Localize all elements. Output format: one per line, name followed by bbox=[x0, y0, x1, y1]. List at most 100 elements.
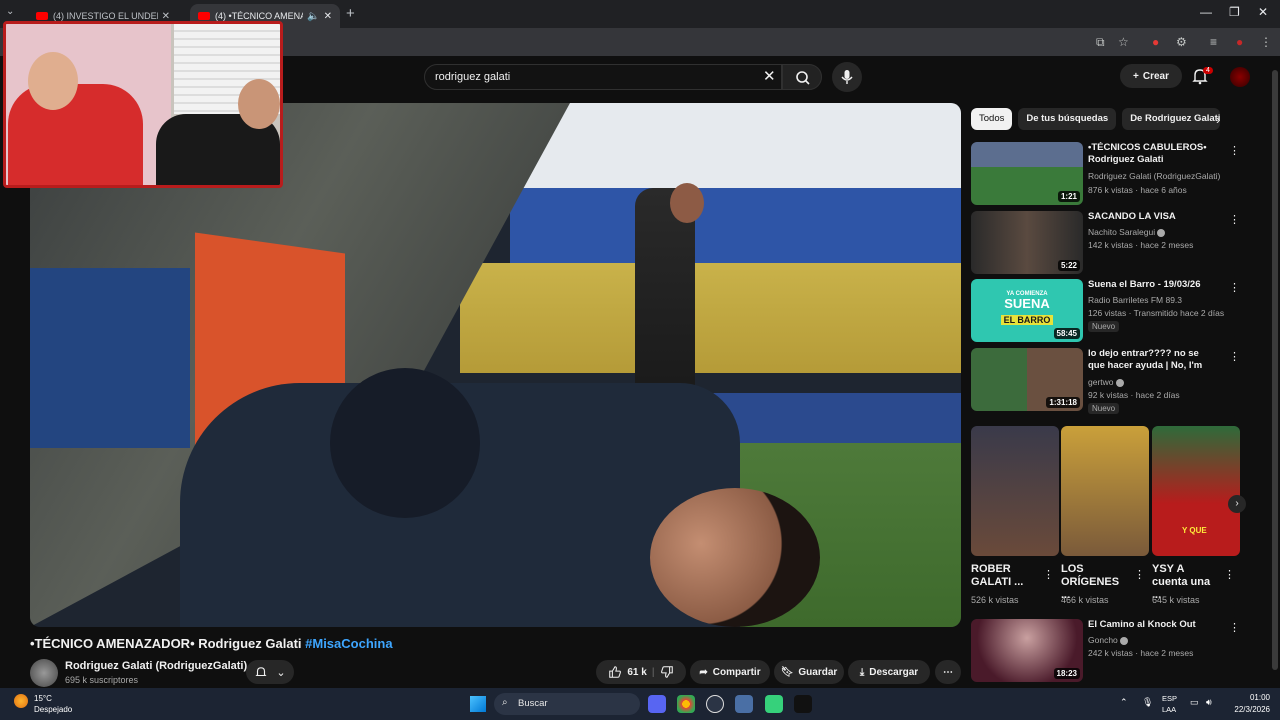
bookmark-star-icon[interactable]: ☆ bbox=[1118, 35, 1129, 49]
subscription-bell-button[interactable]: ⌄ bbox=[246, 660, 294, 684]
browser-menu-icon[interactable]: ⋮ bbox=[1260, 35, 1272, 49]
capcut-icon[interactable] bbox=[794, 695, 812, 713]
kebab-menu-icon[interactable]: ⋮ bbox=[1134, 568, 1145, 581]
recommendation-item[interactable]: 1:31:18 lo dejo entrar???? no se que hac… bbox=[971, 348, 1240, 414]
kebab-menu-icon[interactable]: ⋮ bbox=[1224, 568, 1235, 581]
app-icon[interactable] bbox=[765, 695, 783, 713]
recommendation-item[interactable]: 18:23 El Camino al Knock Out Goncho 242 … bbox=[971, 619, 1240, 683]
close-tab-icon[interactable]: ✕ bbox=[162, 11, 170, 22]
extension-icon[interactable]: ● bbox=[1152, 35, 1159, 49]
short-thumbnail[interactable]: Y QUE bbox=[1152, 426, 1240, 556]
recommendation-channel[interactable]: gertwo bbox=[1088, 377, 1124, 387]
windows-start-icon[interactable] bbox=[470, 696, 486, 712]
taskbar-search-label: Buscar bbox=[518, 698, 548, 709]
search-input[interactable]: rodriguez galati bbox=[424, 64, 782, 90]
steam-icon[interactable] bbox=[706, 695, 724, 713]
close-window-icon[interactable]: ✕ bbox=[1258, 5, 1268, 19]
clock-date[interactable]: 22/3/2026 bbox=[1226, 705, 1270, 714]
recommendation-channel[interactable]: Rodriguez Galati (RodriguezGalati) bbox=[1088, 171, 1220, 181]
clear-search-icon[interactable]: ✕ bbox=[763, 67, 776, 85]
recommendation-title[interactable]: lo dejo entrar???? no se que hacer ayuda… bbox=[1088, 348, 1216, 372]
language-secondary[interactable]: LAA bbox=[1162, 705, 1176, 714]
share-button[interactable]: ➦ Compartir bbox=[690, 660, 770, 684]
recommendation-channel-name: Nachito Saralegui bbox=[1088, 227, 1156, 237]
more-actions-button[interactable]: ⋯ bbox=[935, 660, 961, 684]
tray-microphone-icon[interactable]: 🎙︎ bbox=[1142, 697, 1153, 708]
chrome-icon[interactable] bbox=[677, 695, 695, 713]
profile-icon[interactable]: ● bbox=[1236, 35, 1243, 49]
recommendation-channel[interactable]: Radio Barriletes FM 89.3 bbox=[1088, 295, 1182, 305]
recommendation-title[interactable]: •TÉCNICOS CABULEROS• Rodriguez Galati #M… bbox=[1088, 142, 1216, 166]
tab-search-icon[interactable]: ⌄ bbox=[6, 6, 14, 17]
kebab-menu-icon[interactable]: ⋮ bbox=[1229, 281, 1240, 294]
video-thumbnail[interactable]: 18:23 bbox=[971, 619, 1083, 682]
volume-icon[interactable]: 🔊︎ bbox=[1206, 697, 1212, 708]
save-button[interactable]: 🔖︎ Guardar bbox=[774, 660, 844, 684]
recommendation-meta: 876 k vistas · hace 6 años bbox=[1088, 185, 1187, 195]
video-frame-coach-head bbox=[670, 183, 704, 223]
recommendation-meta: 242 k vistas · hace 2 meses bbox=[1088, 648, 1194, 658]
recommendation-title[interactable]: El Camino al Knock Out bbox=[1088, 619, 1216, 631]
recommendation-channel[interactable]: Nachito Saralegui bbox=[1088, 227, 1166, 237]
video-thumbnail[interactable]: 5:22 bbox=[971, 211, 1083, 274]
chip-de-rodriguez-galati[interactable]: De Rodriguez Galati bbox=[1122, 108, 1221, 130]
restore-icon[interactable]: ❐ bbox=[1229, 5, 1240, 19]
extensions-puzzle-icon[interactable]: ⚙ bbox=[1176, 35, 1187, 49]
recommendation-item[interactable]: 1:21 •TÉCNICOS CABULEROS• Rodriguez Gala… bbox=[971, 142, 1240, 206]
shorts-next-arrow-icon[interactable]: › bbox=[1228, 495, 1246, 513]
clock-time[interactable]: 01:00 bbox=[1230, 693, 1270, 702]
like-dislike-button[interactable]: 61 k | bbox=[596, 660, 686, 684]
video-hashtag[interactable]: #MisaCochina bbox=[305, 636, 392, 651]
weather-sun-icon[interactable] bbox=[14, 694, 28, 708]
taskbar-search[interactable]: ⌕ Buscar bbox=[494, 693, 640, 715]
minimize-icon[interactable]: — bbox=[1200, 5, 1212, 19]
search-button[interactable] bbox=[782, 64, 822, 90]
network-icon[interactable]: ▭ bbox=[1190, 697, 1199, 708]
short-thumbnail[interactable] bbox=[971, 426, 1059, 556]
kebab-menu-icon[interactable]: ⋮ bbox=[1229, 350, 1240, 363]
short-title[interactable]: ROBER GALATI ... bbox=[971, 563, 1041, 589]
chip-de-tus-busquedas[interactable]: De tus búsquedas bbox=[1018, 108, 1117, 130]
save-label: Guardar bbox=[798, 666, 838, 678]
recommendation-title[interactable]: Suena el Barro - 19/03/26 bbox=[1088, 279, 1216, 291]
video-thumbnail[interactable]: 1:21 bbox=[971, 142, 1083, 205]
chevron-right-icon[interactable]: › bbox=[1216, 112, 1220, 127]
create-button[interactable]: + Crear bbox=[1120, 64, 1182, 88]
speaker-icon[interactable]: 🔈 bbox=[307, 11, 319, 22]
language-primary[interactable]: ESP bbox=[1162, 694, 1177, 703]
kebab-menu-icon[interactable]: ⋮ bbox=[1229, 213, 1240, 226]
tray-chevron-up-icon[interactable]: ⌃ bbox=[1120, 697, 1128, 708]
kebab-menu-icon[interactable]: ⋮ bbox=[1229, 621, 1240, 634]
new-badge: Nuevo bbox=[1088, 321, 1120, 332]
recommendation-channel[interactable]: Goncho bbox=[1088, 635, 1128, 645]
channel-avatar[interactable] bbox=[30, 659, 58, 687]
weather-description[interactable]: Despejado bbox=[34, 705, 72, 714]
thumbs-down-icon[interactable] bbox=[660, 665, 674, 679]
video-frame-stands bbox=[510, 188, 961, 263]
recommendation-title[interactable]: SACANDO LA VISA bbox=[1088, 211, 1216, 223]
scrollbar-thumb[interactable] bbox=[1272, 70, 1278, 670]
download-button[interactable]: ⤓ Descargar bbox=[848, 660, 930, 684]
close-tab-icon[interactable]: ✕ bbox=[324, 11, 332, 22]
video-thumbnail[interactable]: 1:31:18 bbox=[971, 348, 1083, 411]
chip-todos[interactable]: Todos bbox=[971, 108, 1013, 130]
voice-search-button[interactable] bbox=[832, 62, 862, 92]
media-controls-icon[interactable]: ≡ bbox=[1210, 35, 1217, 49]
weather-temperature[interactable]: 15°C bbox=[34, 694, 52, 703]
tab-2-label: (4) •TÉCNICO AMENAZADO bbox=[215, 11, 303, 21]
verified-check-icon bbox=[1115, 378, 1124, 387]
kebab-menu-icon[interactable]: ⋮ bbox=[1229, 144, 1240, 157]
discord-icon[interactable] bbox=[648, 695, 666, 713]
video-thumbnail[interactable]: YA COMIENZA SUENA EL BARRO 58:45 bbox=[971, 279, 1083, 342]
settings-icon[interactable] bbox=[735, 695, 753, 713]
install-icon[interactable]: ⧉ bbox=[1096, 35, 1105, 50]
share-icon: ➦ bbox=[699, 666, 708, 678]
account-avatar[interactable] bbox=[1230, 67, 1250, 87]
channel-name[interactable]: Rodriguez Galati (RodriguezGalati) bbox=[65, 660, 247, 672]
thumbs-up-icon[interactable] bbox=[608, 665, 622, 679]
recommendation-item[interactable]: 5:22 SACANDO LA VISA Nachito Saralegui 1… bbox=[971, 211, 1240, 275]
recommendation-item[interactable]: YA COMIENZA SUENA EL BARRO 58:45 Suena e… bbox=[971, 279, 1240, 343]
short-thumbnail[interactable] bbox=[1061, 426, 1149, 556]
kebab-menu-icon[interactable]: ⋮ bbox=[1043, 568, 1054, 581]
new-tab-icon[interactable]: + bbox=[346, 5, 355, 22]
